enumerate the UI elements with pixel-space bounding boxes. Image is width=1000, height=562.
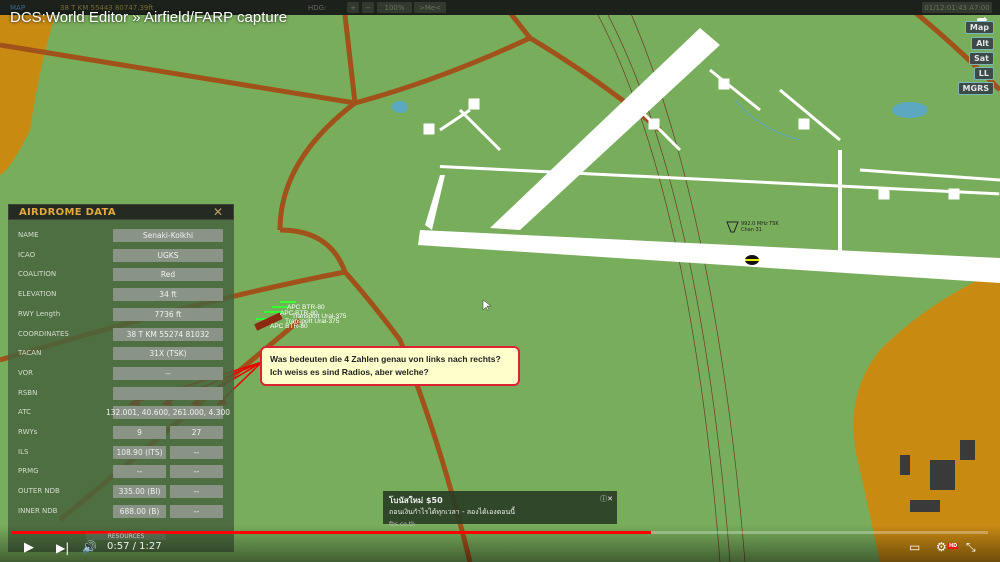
field-label: ILS bbox=[18, 447, 29, 456]
map-button[interactable]: Map bbox=[964, 21, 994, 34]
field-value: Red bbox=[113, 268, 223, 282]
field-value: 9 bbox=[113, 426, 166, 439]
field-row: COALITION Red bbox=[8, 268, 234, 282]
field-row: ILS 108.90 (ITS) -- bbox=[8, 445, 234, 460]
hd-badge: HD bbox=[948, 543, 959, 549]
field-value: 31X (TSK) bbox=[113, 347, 223, 361]
ad-title: โบนัสใหม่ $50 bbox=[389, 496, 443, 505]
field-value-2: -- bbox=[170, 504, 223, 518]
resources-button[interactable]: RESOURCES bbox=[86, 533, 166, 540]
field-value bbox=[113, 386, 223, 400]
tacan-label: 992.0 MHz TSK Chan 31 bbox=[741, 221, 779, 233]
field-value-2: 27 bbox=[170, 426, 223, 439]
alt-button[interactable]: Alt bbox=[971, 37, 994, 50]
ad-text: ถอนเงินกำไรได้ทุกเวลา - ลองได้เองตอนนี้ bbox=[389, 508, 516, 516]
field-value: -- bbox=[113, 465, 166, 479]
field-label: VOR bbox=[18, 368, 34, 377]
field-row: ATC 132.001, 40.600, 261.000, 4.300 bbox=[8, 406, 234, 420]
unit-label[interactable]: APC BTR-80 bbox=[270, 323, 308, 330]
field-row: TACAN 31X (TSK) bbox=[8, 347, 234, 361]
field-label: COORDINATES bbox=[18, 329, 69, 338]
field-value: 688.00 (B) bbox=[113, 504, 166, 518]
ll-button[interactable]: LL bbox=[973, 67, 994, 80]
field-label: COALITION bbox=[18, 270, 57, 279]
callout-line: Ich weiss es sind Radios, aber welche? bbox=[270, 367, 429, 377]
play-icon[interactable]: ▶ bbox=[24, 540, 34, 555]
field-value: 38 T KM 55274 81032 bbox=[113, 327, 223, 341]
field-row: ELEVATION 34 ft bbox=[8, 288, 234, 302]
field-row: RWYs 9 27 bbox=[8, 426, 234, 440]
field-value-2: -- bbox=[170, 445, 223, 459]
ad-overlay[interactable]: โบนัสใหม่ $50 ถอนเงินกำไรได้ทุกเวลา - ลอ… bbox=[383, 491, 617, 528]
subtitles-icon[interactable]: ▭ bbox=[909, 540, 920, 554]
urban-area bbox=[0, 0, 60, 175]
exit-fullscreen-icon[interactable]: ⤡ bbox=[966, 540, 976, 555]
sat-button[interactable]: Sat bbox=[969, 52, 994, 65]
annotation-callout: Was bedeuten die 4 Zahlen genau von link… bbox=[260, 346, 520, 386]
zoom-level[interactable]: 100% bbox=[377, 2, 412, 13]
field-value-2: -- bbox=[170, 485, 223, 499]
field-label: ATC bbox=[18, 408, 31, 417]
video-title[interactable]: DCS:World Editor » Airfield/FARP capture bbox=[10, 9, 287, 26]
field-label: RSBN bbox=[18, 388, 38, 397]
field-value: 132.001, 40.600, 261.000, 4.300 bbox=[105, 406, 231, 420]
field-row: PRMG -- -- bbox=[8, 465, 234, 479]
settings-icon[interactable]: ⚙ bbox=[936, 540, 947, 554]
field-row: OUTER NDB 335.00 (BI) -- bbox=[8, 485, 234, 499]
volume-icon[interactable]: 🔊 bbox=[82, 540, 97, 554]
field-value-2: -- bbox=[170, 465, 223, 479]
zoom-in-button[interactable]: + bbox=[347, 2, 359, 13]
field-value: Senaki-Kolkhi bbox=[113, 229, 223, 242]
field-row: ICAO UGKS bbox=[8, 248, 234, 263]
mouse-cursor bbox=[482, 299, 492, 312]
airdrome-data-panel: AIRDROME DATA ✕ NAME Senaki-Kolkhi ICAO UGKS… bbox=[8, 204, 234, 552]
field-row: VOR -- bbox=[8, 366, 234, 381]
field-label: TACAN bbox=[18, 349, 42, 358]
zoom-out-button[interactable]: − bbox=[362, 2, 374, 13]
field-value: UGKS bbox=[113, 248, 223, 262]
tacan-chan: Chan 31 bbox=[741, 227, 762, 233]
field-label: INNER NDB bbox=[18, 506, 58, 515]
video-controls: RESOURCES ▶ ▶| 🔊 0:57 / 1:27 ▭ ⚙ HD ⤡ bbox=[0, 525, 1000, 562]
time-display: 0:57 / 1:27 bbox=[107, 541, 162, 552]
urban-area bbox=[853, 270, 1000, 562]
field-label: NAME bbox=[18, 231, 39, 239]
field-value: -- bbox=[113, 366, 223, 380]
field-label: RWYs bbox=[18, 428, 38, 436]
field-label: OUTER NDB bbox=[18, 487, 60, 496]
field-row: COORDINATES 38 T KM 55274 81032 bbox=[8, 327, 234, 342]
field-row: RWY Length 7736 ft bbox=[8, 307, 234, 322]
panel-title: AIRDROME DATA bbox=[19, 206, 116, 218]
airfield bbox=[418, 28, 1000, 283]
close-ad-icon[interactable]: ✕ bbox=[607, 495, 613, 503]
field-row: NAME Senaki-Kolkhi bbox=[8, 229, 234, 243]
next-icon[interactable]: ▶| bbox=[56, 541, 69, 555]
callout-line: Was bedeuten die 4 Zahlen genau von link… bbox=[270, 354, 501, 364]
field-label: ICAO bbox=[18, 250, 36, 259]
hdg-label: HDG: bbox=[308, 3, 327, 12]
field-label: PRMG bbox=[18, 467, 39, 476]
field-row: INNER NDB 688.00 (B) -- bbox=[8, 504, 234, 519]
mgrs-button[interactable]: MGRS bbox=[957, 82, 994, 95]
field-value: 34 ft bbox=[113, 288, 223, 302]
center-me-button[interactable]: >Me< bbox=[414, 2, 446, 13]
field-value: 335.00 (BI) bbox=[113, 485, 166, 499]
field-value: 108.90 (ITS) bbox=[113, 445, 166, 459]
field-row: RSBN bbox=[8, 386, 234, 401]
field-value: 7736 ft bbox=[113, 307, 223, 321]
field-label: RWY Length bbox=[18, 309, 61, 318]
close-icon[interactable]: ✕ bbox=[213, 205, 223, 219]
field-label: ELEVATION bbox=[18, 290, 57, 299]
